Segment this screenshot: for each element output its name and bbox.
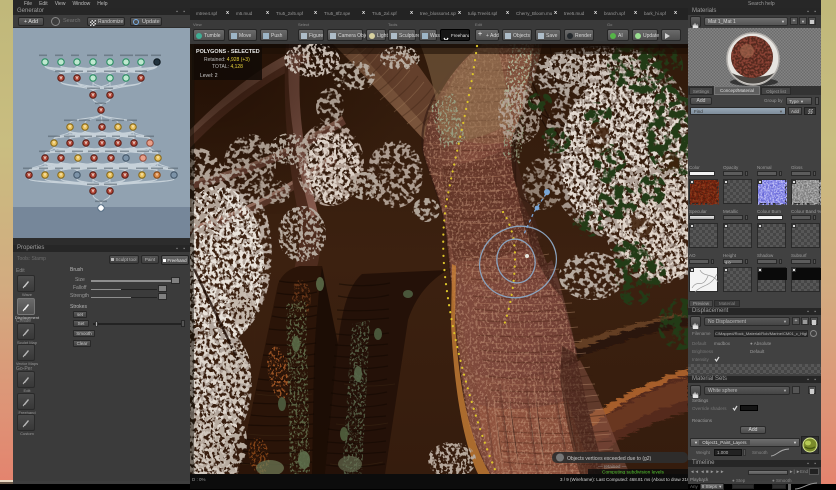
svg-text:— retained —: — retained — bbox=[598, 464, 627, 469]
svg-text:POLYGONS - SELECTED: POLYGONS - SELECTED bbox=[196, 49, 260, 55]
svg-text:TOTAL: 4,128: TOTAL: 4,128 bbox=[212, 64, 243, 70]
svg-text:Retained: 4,928 (+3): Retained: 4,928 (+3) bbox=[204, 57, 250, 63]
svg-text:Level: 2: Level: 2 bbox=[200, 73, 218, 79]
svg-text:Objects vertices exceeded due: Objects vertices exceeded due to (g2) bbox=[567, 456, 652, 462]
